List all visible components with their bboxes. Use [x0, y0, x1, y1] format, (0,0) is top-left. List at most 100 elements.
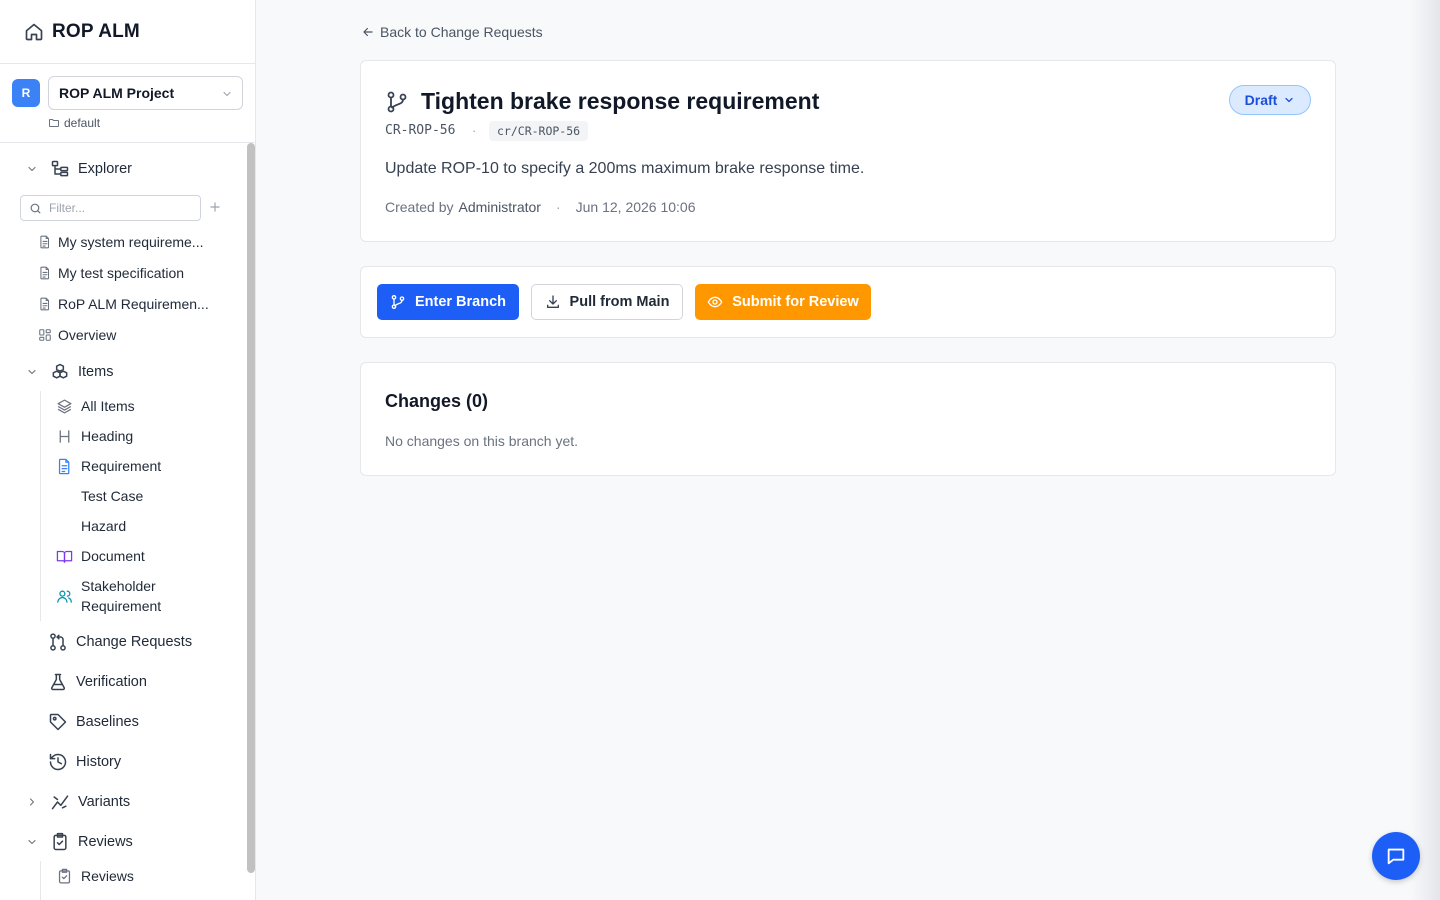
explorer-doc[interactable]: My system requireme...	[38, 228, 210, 256]
book-open-icon	[56, 548, 73, 565]
item-type-test-case[interactable]: Test Case	[56, 482, 143, 510]
file-icon	[38, 235, 52, 249]
git-branch-icon	[385, 90, 409, 114]
back-label: Back to Change Requests	[380, 24, 543, 40]
section-variants[interactable]: Variants	[0, 785, 130, 819]
chat-icon	[1387, 848, 1405, 865]
boxes-icon	[50, 362, 70, 382]
history-icon	[48, 752, 68, 772]
sidebar-item-reviews[interactable]: Reviews	[56, 862, 134, 890]
blank-icon	[56, 488, 73, 505]
dashboard-icon	[38, 328, 52, 342]
change-request-meta: Created by Administrator · Jun 12, 2026 …	[385, 199, 696, 215]
project-section: R ROP ALM Project default	[0, 64, 255, 143]
home-icon[interactable]	[24, 22, 44, 42]
created-by-label: Created by	[385, 199, 454, 215]
item-type-document[interactable]: Document	[56, 542, 145, 570]
button-label: Submit for Review	[732, 294, 859, 310]
scrollbar-thumb[interactable]	[247, 143, 255, 873]
sidebar-item-history[interactable]: History	[0, 745, 121, 779]
status-label: Draft	[1244, 92, 1278, 108]
sidebar-item-label: History	[76, 754, 122, 770]
button-label: Pull from Main	[569, 294, 670, 310]
item-type-hazard[interactable]: Hazard	[56, 512, 126, 540]
section-reviews[interactable]: Reviews	[0, 825, 133, 859]
sidebar-item-change-requests[interactable]: Change Requests	[0, 625, 192, 659]
change-request-description: Update ROP-10 to specify a 200ms maximum…	[385, 160, 865, 177]
search-icon	[29, 202, 42, 215]
actions-card: Enter Branch Pull from Main Submit for R…	[360, 266, 1336, 338]
pull-from-main-button[interactable]: Pull from Main	[531, 284, 683, 320]
doc-label: My system requireme...	[58, 234, 204, 250]
chevron-right-icon[interactable]	[26, 796, 38, 808]
sidebar: ROP ALM R ROP ALM Project default Explor…	[0, 0, 256, 900]
clipboard-check-icon	[56, 868, 73, 885]
users-icon	[56, 588, 73, 605]
explorer-filter[interactable]	[20, 195, 201, 221]
doc-label: Overview	[58, 327, 117, 343]
change-request-title: Tighten brake response requirement	[421, 88, 820, 114]
project-select[interactable]: ROP ALM Project	[48, 76, 243, 110]
item-type-stakeholder-requirement[interactable]: Stakeholder Requirement	[56, 572, 161, 620]
workspace-name: default	[64, 116, 101, 130]
item-type-all-items[interactable]: All Items	[56, 392, 135, 420]
item-type-label: Document	[81, 548, 145, 564]
tree-icon	[50, 159, 70, 179]
status-dropdown[interactable]: Draft	[1229, 85, 1311, 115]
blank-icon	[56, 518, 73, 535]
changes-card: Changes (0) No changes on this branch ye…	[360, 362, 1336, 476]
item-type-label: Stakeholder	[81, 578, 156, 594]
doc-label: RoP ALM Requiremen...	[58, 296, 209, 312]
item-type-label: All Items	[81, 398, 135, 414]
item-type-label: Requirement	[81, 598, 162, 614]
items-tree-line	[40, 391, 41, 621]
back-link[interactable]: Back to Change Requests	[361, 24, 543, 40]
section-items[interactable]: Items	[0, 355, 113, 389]
explorer-doc[interactable]: RoP ALM Requiremen...	[38, 290, 210, 318]
filter-input[interactable]	[49, 201, 189, 215]
sidebar-item-baselines[interactable]: Baselines	[0, 705, 139, 739]
file-text-icon	[56, 458, 73, 475]
button-label: Enter Branch	[414, 294, 507, 310]
add-icon[interactable]	[208, 200, 222, 214]
created-date: Jun 12, 2026 10:06	[575, 199, 696, 215]
chevron-down-icon[interactable]	[26, 366, 38, 378]
clipboard-check-icon	[50, 832, 70, 852]
reviews-tree-line	[40, 861, 41, 900]
section-explorer[interactable]: Explorer	[0, 152, 132, 186]
separator: ·	[472, 123, 477, 138]
workspace-indicator[interactable]: default	[48, 116, 100, 130]
file-icon	[38, 266, 52, 280]
item-type-label-wrap: Stakeholder Requirement	[81, 576, 161, 616]
download-icon	[546, 295, 559, 308]
enter-branch-button[interactable]: Enter Branch	[377, 284, 519, 320]
item-type-label: Hazard	[81, 518, 127, 534]
brand-header: ROP ALM	[0, 0, 255, 64]
explorer-overview[interactable]: Overview	[38, 321, 210, 349]
tag-icon	[48, 712, 68, 732]
app-title: ROP ALM	[52, 20, 140, 42]
chevron-down-icon[interactable]	[26, 163, 38, 175]
chat-button[interactable]	[1372, 832, 1420, 880]
git-branch-icon	[391, 295, 405, 309]
sidebar-scrollbar[interactable]	[244, 143, 255, 900]
arrow-left-icon	[361, 25, 375, 39]
item-type-requirement[interactable]: Requirement	[56, 452, 161, 480]
changes-empty-message: No changes on this branch yet.	[385, 433, 579, 449]
project-name: ROP ALM Project	[59, 85, 175, 101]
heading-icon	[56, 428, 73, 445]
chevron-down-icon[interactable]	[26, 836, 38, 848]
side-panel-edge	[1410, 0, 1440, 900]
submit-for-review-button[interactable]: Submit for Review	[695, 284, 871, 320]
section-label: Items	[78, 364, 114, 380]
explorer-doc[interactable]: My test specification	[38, 259, 210, 287]
eye-icon	[707, 296, 723, 308]
chevron-down-icon	[221, 88, 233, 100]
separator: ·	[555, 199, 561, 215]
project-avatar: R	[12, 79, 40, 107]
sidebar-item-verification[interactable]: Verification	[0, 665, 147, 699]
section-label: Reviews	[78, 834, 133, 850]
item-type-heading[interactable]: Heading	[56, 422, 133, 450]
file-icon	[38, 297, 52, 311]
item-type-label: Test Case	[81, 488, 144, 504]
